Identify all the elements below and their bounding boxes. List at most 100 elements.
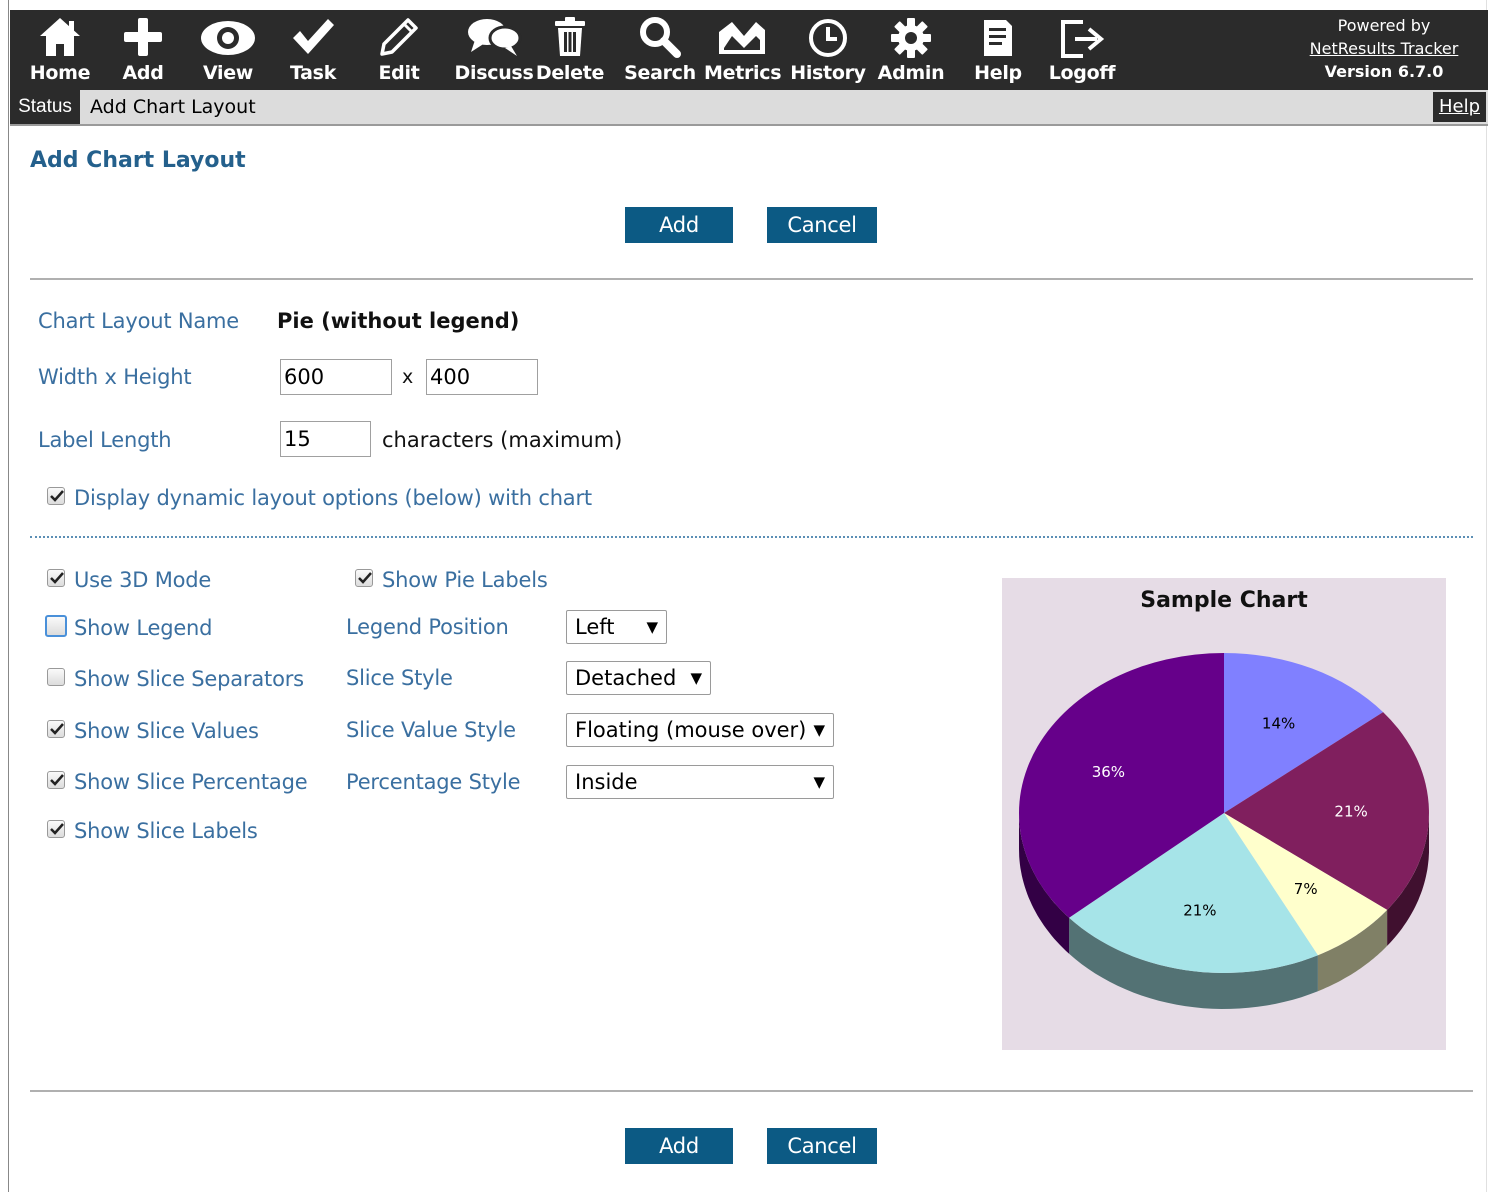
show-slice-percentage-label: Show Slice Percentage	[74, 770, 308, 794]
show-slice-separators-label: Show Slice Separators	[74, 667, 304, 691]
dynamic-options-checkbox[interactable]	[47, 487, 65, 505]
help-link[interactable]: Help	[1432, 92, 1486, 122]
nav-discuss[interactable]: Discuss	[446, 10, 542, 90]
show-slice-separators-checkbox[interactable]	[47, 668, 65, 686]
show-slice-percentage-checkbox[interactable]	[47, 771, 65, 789]
slice-value-style-value: Floating (mouse over)	[575, 718, 807, 742]
status-bar-title: Add Chart Layout	[90, 96, 256, 118]
status-bar: Status Add Chart Layout Help	[10, 90, 1488, 126]
nav-add[interactable]: Add	[106, 10, 180, 90]
layout-name-label: Chart Layout Name	[38, 309, 240, 333]
checkmark-icon	[50, 823, 64, 835]
show-legend-checkbox[interactable]	[45, 615, 67, 637]
nav-home[interactable]: Home	[18, 10, 102, 90]
pie-chart: 14% 21% 7% 21% 36%	[1019, 653, 1429, 1009]
show-pie-labels-checkbox[interactable]	[355, 569, 373, 587]
document-icon	[984, 20, 1012, 56]
label-length-input[interactable]: 15	[280, 421, 371, 457]
top-divider	[30, 278, 1473, 280]
checkmark-icon	[50, 490, 64, 502]
bottom-divider	[30, 1090, 1473, 1092]
logoff-icon	[1061, 20, 1105, 58]
options-divider	[30, 536, 1473, 538]
show-slice-values-checkbox[interactable]	[47, 720, 65, 738]
nav-history[interactable]: History	[788, 10, 868, 90]
nav-task[interactable]: Task	[276, 10, 350, 90]
show-pie-labels-label: Show Pie Labels	[382, 568, 548, 592]
status-tab[interactable]: Status	[10, 90, 80, 124]
nav-admin-label: Admin	[877, 62, 945, 84]
show-slice-labels-checkbox[interactable]	[47, 820, 65, 838]
checkmark-icon	[50, 572, 64, 584]
slice-style-value: Detached	[575, 666, 677, 690]
nav-task-label: Task	[289, 62, 337, 84]
nav-view[interactable]: View	[190, 10, 266, 90]
powered-by-text: Powered by	[1337, 16, 1431, 35]
checkmark-icon	[293, 19, 334, 54]
use-3d-checkbox[interactable]	[47, 569, 65, 587]
version-text: Version 6.7.0	[1324, 62, 1444, 81]
cancel-button-top[interactable]: Cancel	[767, 207, 877, 243]
size-separator: x	[402, 366, 414, 388]
nav-metrics-label: Metrics	[704, 62, 782, 84]
show-legend-label: Show Legend	[74, 616, 213, 640]
percentage-style-select[interactable]: Inside ▼	[566, 765, 834, 799]
pencil-icon	[380, 18, 418, 56]
nav-logoff[interactable]: Logoff	[1042, 10, 1122, 90]
slice-value-style-label: Slice Value Style	[346, 718, 516, 742]
checkmark-icon	[50, 723, 64, 735]
nav-delete-label: Delete	[535, 62, 605, 84]
nav-delete[interactable]: Delete	[534, 10, 606, 90]
cancel-button-bottom[interactable]: Cancel	[767, 1128, 877, 1164]
use-3d-label: Use 3D Mode	[74, 568, 212, 592]
nav-metrics[interactable]: Metrics	[704, 10, 782, 90]
powered-by-block: Powered by NetResults Tracker Version 6.…	[1284, 14, 1484, 83]
legend-position-value: Left	[575, 615, 615, 639]
top-navigation-bar: Home Add View Task Edit Discuss Delete S…	[10, 10, 1488, 90]
product-link[interactable]: NetResults Tracker	[1284, 37, 1484, 60]
dynamic-options-label: Display dynamic layout options (below) w…	[74, 486, 592, 510]
nav-discuss-label: Discuss	[454, 62, 534, 84]
nav-admin[interactable]: Admin	[872, 10, 950, 90]
nav-logoff-label: Logoff	[1048, 62, 1116, 84]
gear-icon	[891, 18, 931, 58]
nav-edit[interactable]: Edit	[362, 10, 436, 90]
chevron-down-icon: ▼	[646, 618, 658, 636]
add-button-top[interactable]: Add	[625, 207, 733, 243]
slice-value-style-select[interactable]: Floating (mouse over) ▼	[566, 713, 834, 747]
speech-bubbles-icon	[468, 19, 522, 56]
nav-help[interactable]: Help	[960, 10, 1036, 90]
nav-history-label: History	[790, 62, 866, 84]
window-right-border	[1486, 0, 1487, 1192]
clock-icon	[809, 19, 847, 57]
chart-line-icon	[719, 22, 765, 54]
magnifier-icon	[640, 17, 681, 58]
legend-position-select[interactable]: Left ▼	[566, 610, 667, 644]
width-input[interactable]: 600	[280, 359, 392, 395]
nav-search-label: Search	[624, 62, 696, 84]
percentage-style-value: Inside	[575, 770, 638, 794]
nav-help-label: Help	[974, 62, 1022, 84]
pie-slice-label: 7%	[1294, 880, 1318, 898]
height-input[interactable]: 400	[426, 359, 538, 395]
nav-search[interactable]: Search	[618, 10, 702, 90]
checkmark-icon	[50, 774, 64, 786]
nav-edit-label: Edit	[378, 62, 420, 84]
label-length-label: Label Length	[38, 428, 172, 452]
pie-slice-label: 14%	[1262, 714, 1295, 732]
nav-add-label: Add	[122, 62, 164, 84]
slice-style-select[interactable]: Detached ▼	[566, 661, 711, 695]
page-title: Add Chart Layout	[30, 148, 246, 173]
trash-icon	[555, 17, 585, 56]
plus-icon	[124, 18, 162, 56]
slice-style-label: Slice Style	[346, 666, 453, 690]
pie-slice-label: 21%	[1334, 802, 1367, 820]
add-button-bottom[interactable]: Add	[625, 1128, 733, 1164]
pie-slice-label: 21%	[1183, 901, 1216, 919]
nav-view-label: View	[202, 62, 254, 84]
size-label: Width x Height	[38, 365, 192, 389]
checkmark-icon	[358, 572, 372, 584]
show-slice-labels-label: Show Slice Labels	[74, 819, 258, 843]
nav-home-label: Home	[29, 62, 91, 84]
percentage-style-label: Percentage Style	[346, 770, 521, 794]
